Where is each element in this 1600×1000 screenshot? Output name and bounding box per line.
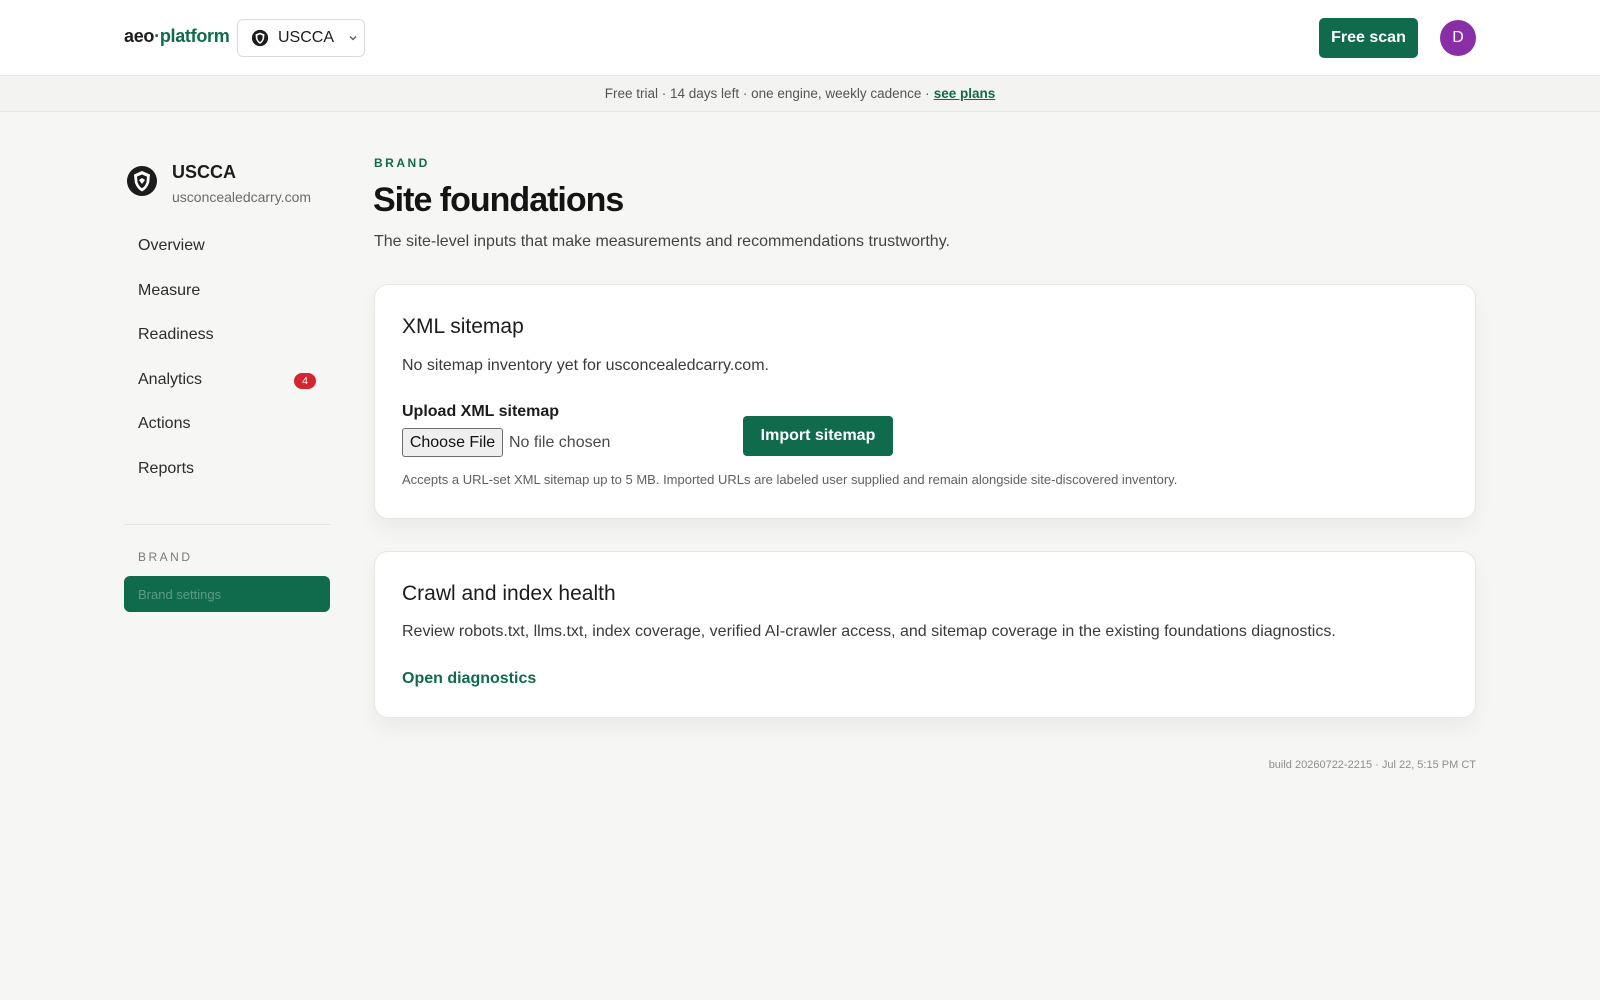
page-title: Site foundations (373, 181, 624, 219)
upload-label: Upload XML sitemap (402, 403, 560, 420)
sidebar-section-label: BRAND (138, 550, 193, 564)
crawl-index-card: Crawl and index health Review robots.txt… (374, 551, 1476, 718)
sidebar-item-label: Actions (138, 415, 191, 433)
logo-text-left: aeo (124, 26, 155, 46)
shield-icon (127, 166, 157, 196)
sidebar-item-label: Analytics (138, 370, 203, 388)
file-input: Choose File No file chosen (402, 428, 610, 457)
sidebar-item-label: Measure (138, 281, 201, 299)
sidebar-brand-domain: usconcealedcarry.com (172, 189, 312, 205)
no-file-text: No file chosen (509, 433, 611, 451)
import-sitemap-button[interactable]: Import sitemap (743, 416, 893, 456)
trial-text: Free trial · 14 days left · one engine, … (604, 86, 930, 101)
page-eyebrow: BRAND (374, 156, 430, 170)
sidebar-item-readiness[interactable]: Readiness (124, 313, 330, 358)
sidebar-item-measure[interactable]: Measure (124, 269, 330, 314)
app-logo[interactable]: aeo·platform (124, 26, 230, 47)
sidebar-divider (124, 524, 330, 525)
shield-icon (251, 29, 269, 47)
page-subtitle: The site-level inputs that make measurem… (374, 233, 950, 250)
xml-sitemap-card: XML sitemap No sitemap inventory yet for… (374, 284, 1476, 519)
sidebar-item-overview[interactable]: Overview (124, 224, 330, 269)
card-description: No sitemap inventory yet for usconcealed… (402, 357, 769, 374)
open-diagnostics-link[interactable]: Open diagnostics (402, 670, 536, 688)
sidebar-brand: USCCA usconcealedcarry.com (126, 162, 311, 205)
trial-banner: Free trial · 14 days left · one engine, … (0, 76, 1600, 112)
brand-switcher[interactable]: USCCA (237, 19, 365, 57)
sidebar-item-analytics[interactable]: Analytics 4 (124, 358, 330, 403)
card-description: Review robots.txt, llms.txt, index cover… (402, 623, 1336, 640)
free-scan-button[interactable]: Free scan (1319, 18, 1418, 58)
brand-switch-label: USCCA (278, 29, 335, 46)
upload-hint: Accepts a URL-set XML sitemap up to 5 MB… (402, 472, 1178, 487)
sidebar-item-brand-settings[interactable]: Brand settings (124, 576, 330, 612)
top-bar: aeo·platform USCCA Free scan D (0, 0, 1600, 76)
sidebar-nav: Overview Measure Readiness Analytics 4 Ac… (124, 224, 330, 491)
sidebar-item-actions[interactable]: Actions (124, 402, 330, 447)
sidebar-item-label: Overview (138, 237, 205, 255)
build-info: build 20260722-2215 · Jul 22, 5:15 PM CT (1268, 759, 1476, 771)
sidebar-item-label: Readiness (138, 326, 214, 344)
see-plans-link[interactable]: see plans (934, 86, 996, 101)
card-title: XML sitemap (402, 315, 524, 338)
sidebar-item-label: Reports (138, 459, 195, 477)
sidebar-brand-name: USCCA (172, 162, 237, 182)
choose-file-button[interactable]: Choose File (402, 428, 503, 457)
analytics-count-badge: 4 (294, 372, 316, 389)
card-title: Crawl and index health (402, 582, 616, 605)
logo-text-right: platform (159, 26, 230, 46)
avatar[interactable]: D (1440, 20, 1476, 56)
chevron-down-icon (349, 36, 357, 41)
sidebar-item-reports[interactable]: Reports (124, 447, 330, 492)
